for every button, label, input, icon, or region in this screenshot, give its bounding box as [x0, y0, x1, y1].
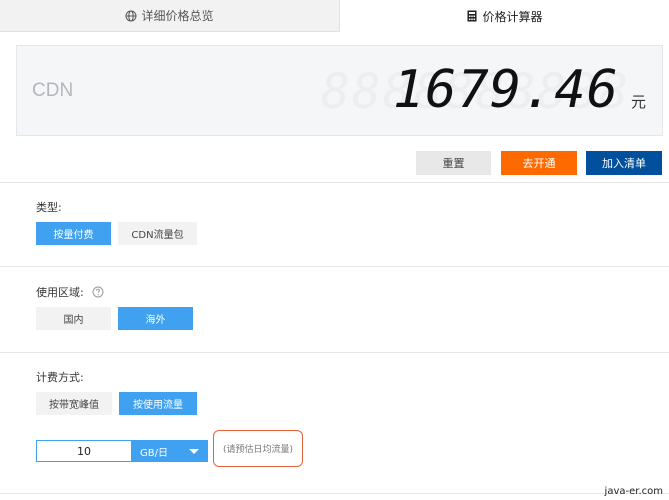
traffic-unit-value: GB/日	[140, 447, 168, 459]
tab-price-calculator-label: 价格计算器	[482, 9, 543, 24]
region-label-text: 使用区域:	[36, 286, 84, 299]
region-label: 使用区域:	[36, 284, 104, 300]
traffic-unit-select[interactable]: GB/日	[132, 440, 208, 462]
type-option-pay-as-you-go[interactable]: 按量付费	[36, 222, 111, 245]
billing-label: 计费方式:	[36, 371, 84, 384]
type-option-cdn-package[interactable]: CDN流量包	[118, 222, 197, 245]
product-name: CDN	[32, 80, 74, 101]
tab-bar: 详细价格总览 价格计算器	[0, 0, 669, 32]
traffic-hint: (请预估日均流量)	[213, 430, 303, 467]
billing-option-traffic-usage[interactable]: 按使用流量	[119, 392, 197, 415]
caret-down-icon	[189, 449, 199, 454]
section-divider	[0, 352, 669, 353]
traffic-amount-input[interactable]	[36, 440, 132, 462]
region-option-overseas[interactable]: 海外	[118, 307, 193, 330]
reset-button[interactable]: 重置	[416, 151, 491, 175]
question-circle-icon[interactable]	[92, 286, 104, 298]
activate-button[interactable]: 去开通	[501, 151, 577, 175]
tab-price-overview[interactable]: 详细价格总览	[0, 0, 340, 32]
type-label: 类型:	[36, 201, 62, 214]
region-option-domestic[interactable]: 国内	[36, 307, 111, 330]
section-divider	[0, 182, 669, 183]
price-unit: 元	[630, 93, 646, 111]
billing-option-peak-bandwidth[interactable]: 按带宽峰值	[36, 392, 112, 415]
add-to-list-button[interactable]: 加入清单	[586, 151, 662, 175]
tab-price-overview-label: 详细价格总览	[141, 9, 214, 23]
price-display: CDN 8888888888 1679.46 元	[16, 45, 663, 136]
section-divider	[0, 493, 669, 494]
tab-price-calculator[interactable]: 价格计算器	[340, 0, 669, 32]
calculator-icon	[466, 10, 478, 22]
watermark: java-er.com	[604, 486, 663, 497]
globe-icon	[125, 10, 137, 22]
price-value: 1679.46	[392, 60, 619, 120]
section-divider	[0, 266, 669, 267]
